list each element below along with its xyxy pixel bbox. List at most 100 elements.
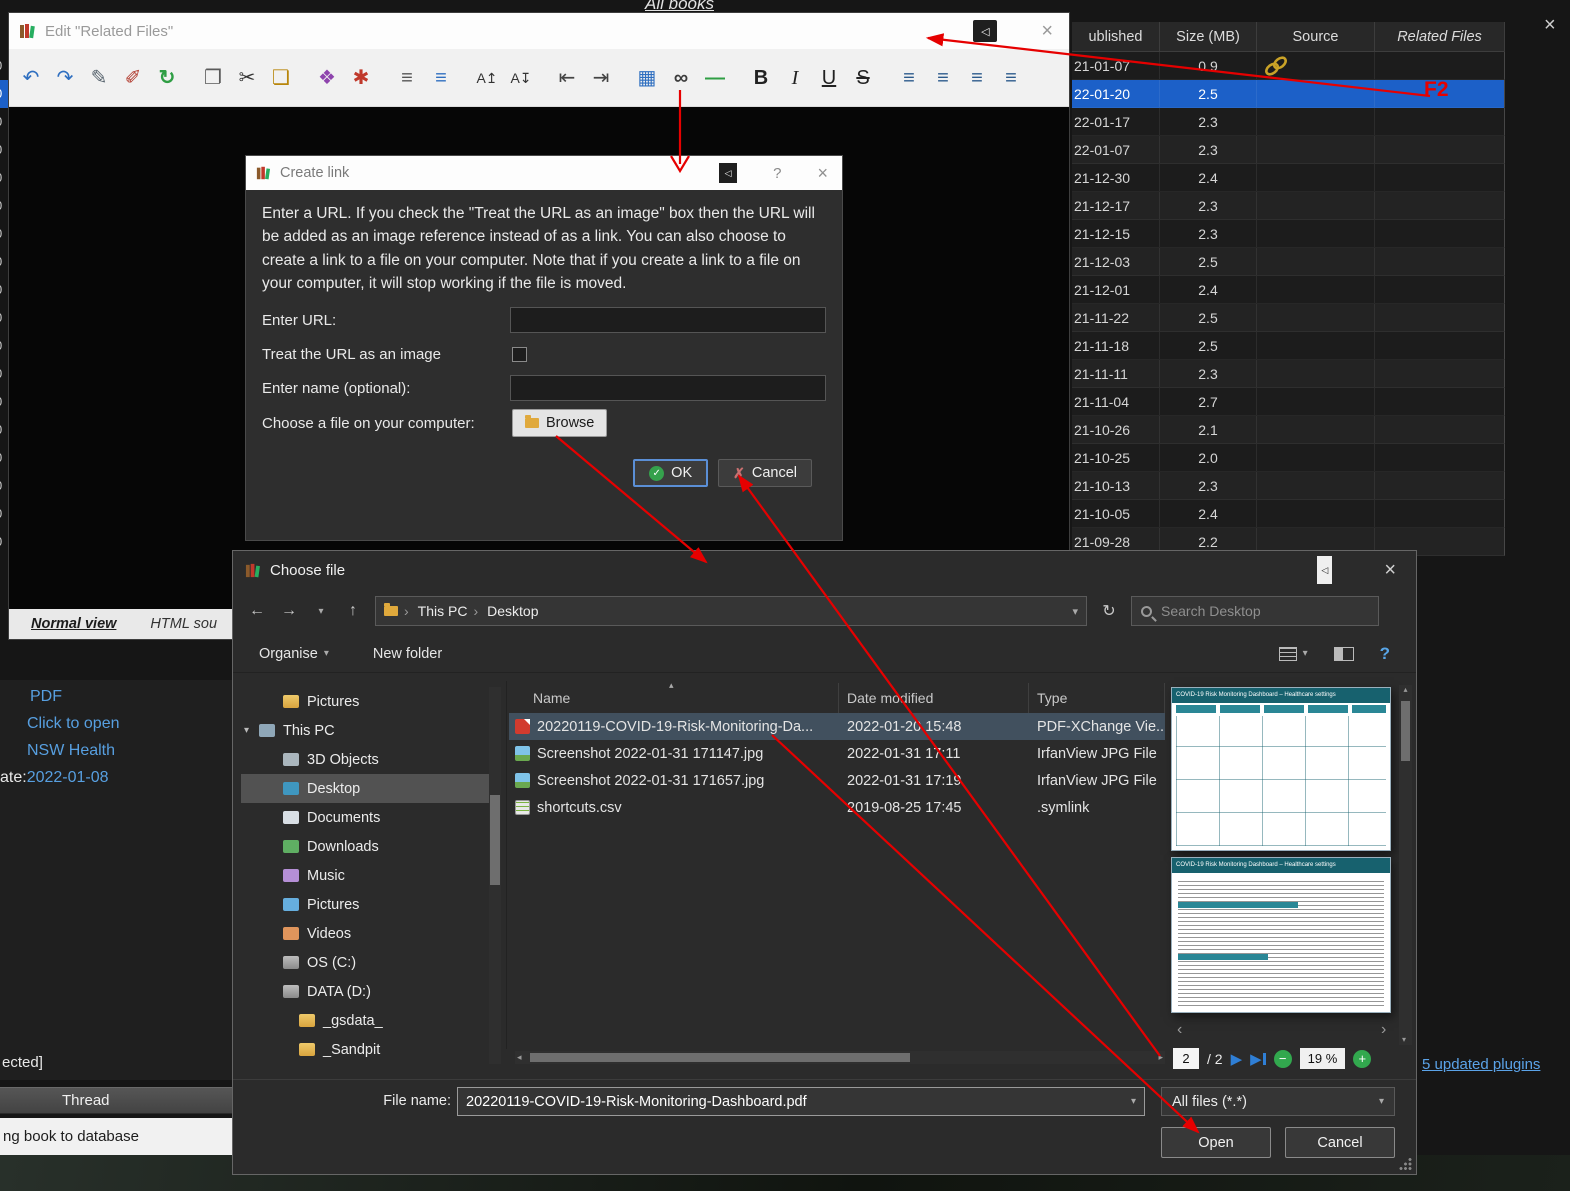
scrollbar-thumb[interactable] xyxy=(490,795,500,885)
new-folder-button[interactable]: New folder xyxy=(373,646,442,662)
toolbar-icon[interactable]: A↧ xyxy=(509,66,533,90)
sidebar-item[interactable]: ▾ Documents xyxy=(241,803,489,832)
sidebar-item[interactable]: ▾ Pictures xyxy=(241,890,489,919)
editor-titlebar[interactable]: Edit "Related Files" ◁ × xyxy=(9,13,1069,49)
create-link-titlebar[interactable]: Create link ◁ ? × xyxy=(246,156,842,190)
book-row[interactable]: 21-11-11 2.3 xyxy=(1072,360,1505,388)
tab-html-source[interactable]: HTML sou xyxy=(150,616,217,632)
sidebar-item[interactable]: ▾ Pictures xyxy=(241,687,489,716)
search-box[interactable]: Search Desktop xyxy=(1131,596,1379,626)
book-row[interactable]: 22-01-07 2.3 xyxy=(1072,136,1505,164)
book-row[interactable]: 21-11-04 2.7 xyxy=(1072,388,1505,416)
column-header-size[interactable]: Size (MB) xyxy=(1160,22,1257,51)
preview-scrollbar[interactable]: ▴ ▾ xyxy=(1399,685,1412,1045)
book-row[interactable]: 21-01-07 0.9 xyxy=(1072,52,1505,80)
resize-grip[interactable] xyxy=(1399,1157,1412,1170)
organise-button[interactable]: Organise ▾ xyxy=(259,646,329,662)
page-number-input[interactable]: 2 xyxy=(1173,1048,1199,1069)
cancel-button[interactable]: ✗ Cancel xyxy=(718,459,812,487)
toolbar-icon[interactable]: ✐ xyxy=(121,66,145,90)
toolbar-icon[interactable]: ≡ xyxy=(965,66,989,90)
scroll-down-icon[interactable]: ▾ xyxy=(1402,1035,1406,1044)
expander-icon[interactable]: ▾ xyxy=(244,725,249,736)
browse-button[interactable]: Browse xyxy=(512,409,608,437)
sidebar-item[interactable]: ▾ Desktop xyxy=(241,774,489,803)
toolbar-icon[interactable]: ↷ xyxy=(53,66,77,90)
book-row[interactable]: 21-11-22 2.5 xyxy=(1072,304,1505,332)
history-dropdown-icon[interactable]: ▾ xyxy=(311,606,331,617)
toolbar-icon[interactable]: ↻ xyxy=(155,66,179,90)
sidebar-item[interactable]: ▾ Videos xyxy=(241,919,489,948)
toolbar-icon[interactable]: U xyxy=(817,66,841,90)
view-mode-button[interactable]: ▾ xyxy=(1278,646,1308,661)
back-icon[interactable]: ← xyxy=(247,602,267,620)
last-page-icon[interactable]: ▶ xyxy=(1250,1050,1266,1068)
column-header-related-files[interactable]: Related Files xyxy=(1375,22,1505,51)
toolbar-icon[interactable]: ≡ xyxy=(931,66,955,90)
breadcrumb-item[interactable]: Desktop xyxy=(467,603,538,619)
toolbar-icon[interactable]: ✂ xyxy=(235,66,259,90)
click-to-open-link[interactable]: Click to open xyxy=(27,715,120,733)
sidebar-item[interactable]: ▾ This PC xyxy=(241,716,489,745)
preview-pane-icon[interactable] xyxy=(1333,646,1354,661)
close-icon[interactable]: × xyxy=(1384,560,1396,580)
link-icon[interactable] xyxy=(1261,55,1291,76)
refresh-icon[interactable]: ↻ xyxy=(1099,601,1119,621)
updated-plugins-link[interactable]: 5 updated plugins xyxy=(1422,1056,1540,1073)
treat-as-image-checkbox[interactable] xyxy=(512,346,527,362)
book-row[interactable]: 21-10-25 2.0 xyxy=(1072,444,1505,472)
book-row[interactable]: 21-12-01 2.4 xyxy=(1072,276,1505,304)
file-row[interactable]: Screenshot 2022-01-31 171147.jpg 2022-01… xyxy=(509,740,1165,767)
sidebar-item[interactable]: ▾ DATA (D:) xyxy=(241,977,489,1006)
book-row[interactable]: 21-12-30 2.4 xyxy=(1072,164,1505,192)
file-row[interactable]: 20220119-COVID-19-Risk-Monitoring-Da... … xyxy=(509,713,1165,740)
toolbar-icon[interactable]: ▦ xyxy=(635,66,659,90)
scrollbar-thumb[interactable] xyxy=(529,1053,910,1062)
column-header-type[interactable]: Type xyxy=(1029,683,1165,713)
toolbar-icon[interactable]: ≡ xyxy=(999,66,1023,90)
book-row[interactable]: 21-10-13 2.3 xyxy=(1072,472,1505,500)
sidebar-item[interactable]: ▾ _Sandpit xyxy=(241,1035,489,1064)
help-icon[interactable]: ? xyxy=(773,165,781,182)
url-input[interactable] xyxy=(510,307,826,333)
sidebar-item[interactable]: ▾ _gsdata_ xyxy=(241,1006,489,1035)
toolbar-icon[interactable]: B xyxy=(749,66,773,90)
publisher-link[interactable]: NSW Health xyxy=(27,742,115,760)
toolbar-icon[interactable]: ✎ xyxy=(87,66,111,90)
filetype-select[interactable]: All files (*.*) ▾ xyxy=(1161,1087,1395,1116)
tab-normal-view[interactable]: Normal view xyxy=(31,616,116,632)
preview-next-icon[interactable]: › xyxy=(1381,1021,1386,1039)
sidebar-item[interactable]: ▾ Downloads xyxy=(241,832,489,861)
book-row[interactable]: 21-12-15 2.3 xyxy=(1072,220,1505,248)
scrollbar-thumb[interactable] xyxy=(1401,701,1410,761)
column-header-modified[interactable]: Date modified xyxy=(839,683,1029,713)
format-pdf-link[interactable]: PDF xyxy=(30,688,62,706)
chevron-down-icon[interactable]: ▾ xyxy=(1131,1096,1136,1107)
zoom-level[interactable]: 19 % xyxy=(1299,1048,1346,1069)
toolbar-icon[interactable]: ≡ xyxy=(897,66,921,90)
next-page-icon[interactable]: ▶ xyxy=(1231,1050,1243,1068)
sidebar-scrollbar[interactable] xyxy=(489,687,501,1064)
filename-input[interactable]: 20220119-COVID-19-Risk-Monitoring-Dashbo… xyxy=(457,1087,1145,1116)
zoom-out-icon[interactable]: − xyxy=(1273,1049,1292,1068)
book-row[interactable]: 21-12-03 2.5 xyxy=(1072,248,1505,276)
toolbar-icon[interactable]: A↥ xyxy=(475,66,499,90)
toolbar-icon[interactable]: ≡ xyxy=(429,66,453,90)
toolbar-icon[interactable]: — xyxy=(703,66,727,90)
name-input[interactable] xyxy=(510,375,826,401)
toolbar-icon[interactable]: ⇥ xyxy=(589,66,613,90)
cancel-button[interactable]: Cancel xyxy=(1285,1127,1395,1158)
help-icon[interactable]: ? xyxy=(1380,644,1390,664)
book-row[interactable]: 22-01-20 2.5 xyxy=(1072,80,1505,108)
toolbar-icon[interactable]: ∞ xyxy=(669,66,693,90)
toolbar-icon[interactable]: ↶ xyxy=(19,66,43,90)
file-row[interactable]: shortcuts.csv 2019-08-25 17:45 .symlink xyxy=(509,794,1165,821)
scroll-right-icon[interactable]: ▸ xyxy=(1158,1052,1163,1063)
up-icon[interactable]: ↑ xyxy=(343,602,363,620)
close-icon[interactable]: × xyxy=(1544,14,1556,37)
zoom-in-icon[interactable]: + xyxy=(1353,1049,1372,1068)
close-icon[interactable]: × xyxy=(817,163,828,184)
column-header-published[interactable]: ublished xyxy=(1072,22,1160,51)
scroll-left-icon[interactable]: ◂ xyxy=(517,1052,522,1063)
book-row[interactable]: 21-12-17 2.3 xyxy=(1072,192,1505,220)
